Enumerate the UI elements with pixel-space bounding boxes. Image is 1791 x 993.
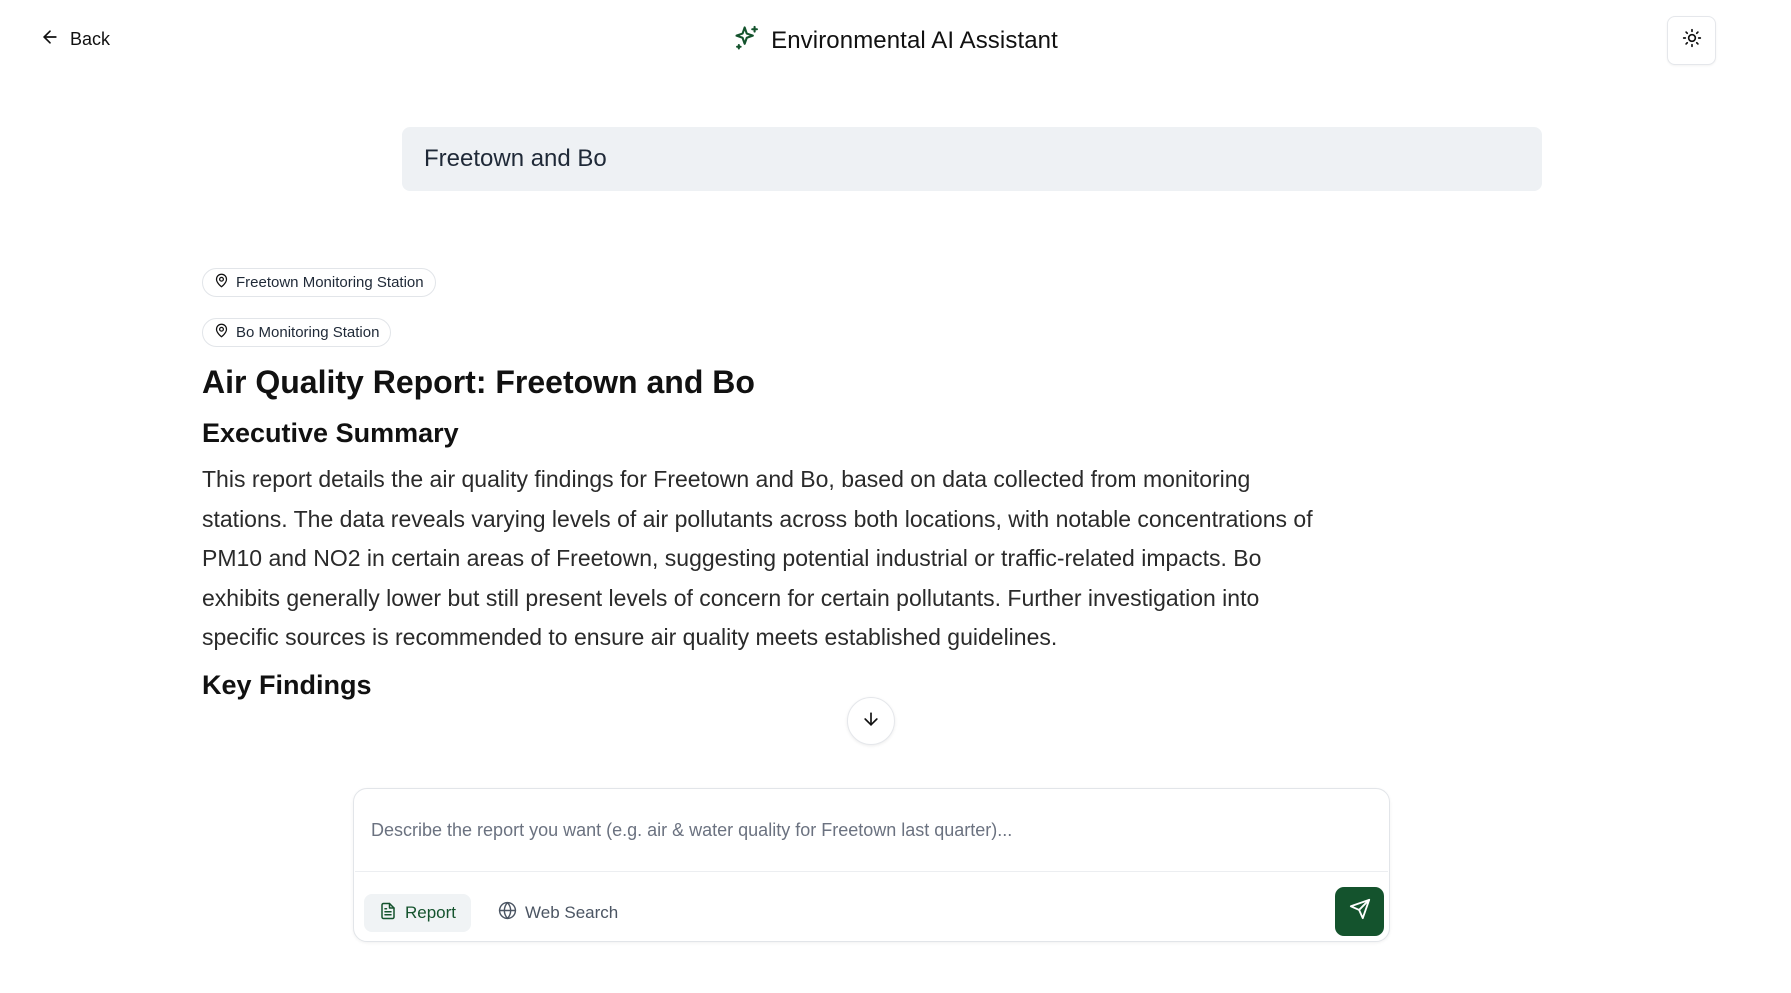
executive-summary-heading: Executive Summary xyxy=(202,418,459,448)
station-chip-bo[interactable]: Bo Monitoring Station xyxy=(202,318,392,347)
page: Back Environmental AI Assistant Freetown… xyxy=(0,0,1791,993)
map-pin-icon xyxy=(214,323,229,342)
report-mode-button[interactable]: Report xyxy=(364,894,472,932)
report-mode-label: Report xyxy=(405,903,457,922)
report-title: Air Quality Report: Freetown and Bo xyxy=(202,364,755,400)
station-chip-freetown[interactable]: Freetown Monitoring Station xyxy=(202,268,436,297)
map-pin-icon xyxy=(214,273,229,292)
prompt-input[interactable] xyxy=(355,790,1388,872)
theme-toggle-button[interactable] xyxy=(1667,16,1716,65)
app-header: Environmental AI Assistant xyxy=(0,24,1791,57)
sparkles-icon xyxy=(733,24,761,57)
globe-icon xyxy=(498,901,517,925)
web-search-button[interactable]: Web Search xyxy=(494,894,622,932)
station-chip-label: Bo Monitoring Station xyxy=(236,324,380,341)
send-icon xyxy=(1349,898,1371,925)
prompt-composer: Report Web Search xyxy=(353,788,1390,942)
send-button[interactable] xyxy=(1335,887,1384,936)
app-title: Environmental AI Assistant xyxy=(771,26,1058,54)
station-chip-label: Freetown Monitoring Station xyxy=(236,274,424,291)
scroll-down-button[interactable] xyxy=(847,697,895,745)
assistant-response: Freetown Monitoring Station Bo Monitorin… xyxy=(202,268,1332,702)
file-text-icon xyxy=(379,902,397,925)
arrow-down-icon xyxy=(861,709,881,734)
key-findings-heading: Key Findings xyxy=(202,669,372,700)
executive-summary-text: This report details the air quality find… xyxy=(202,466,1313,650)
web-search-label: Web Search xyxy=(525,903,619,922)
sun-icon xyxy=(1682,28,1702,53)
user-query-bubble: Freetown and Bo xyxy=(402,127,1542,191)
user-query-text: Freetown and Bo xyxy=(424,145,607,172)
